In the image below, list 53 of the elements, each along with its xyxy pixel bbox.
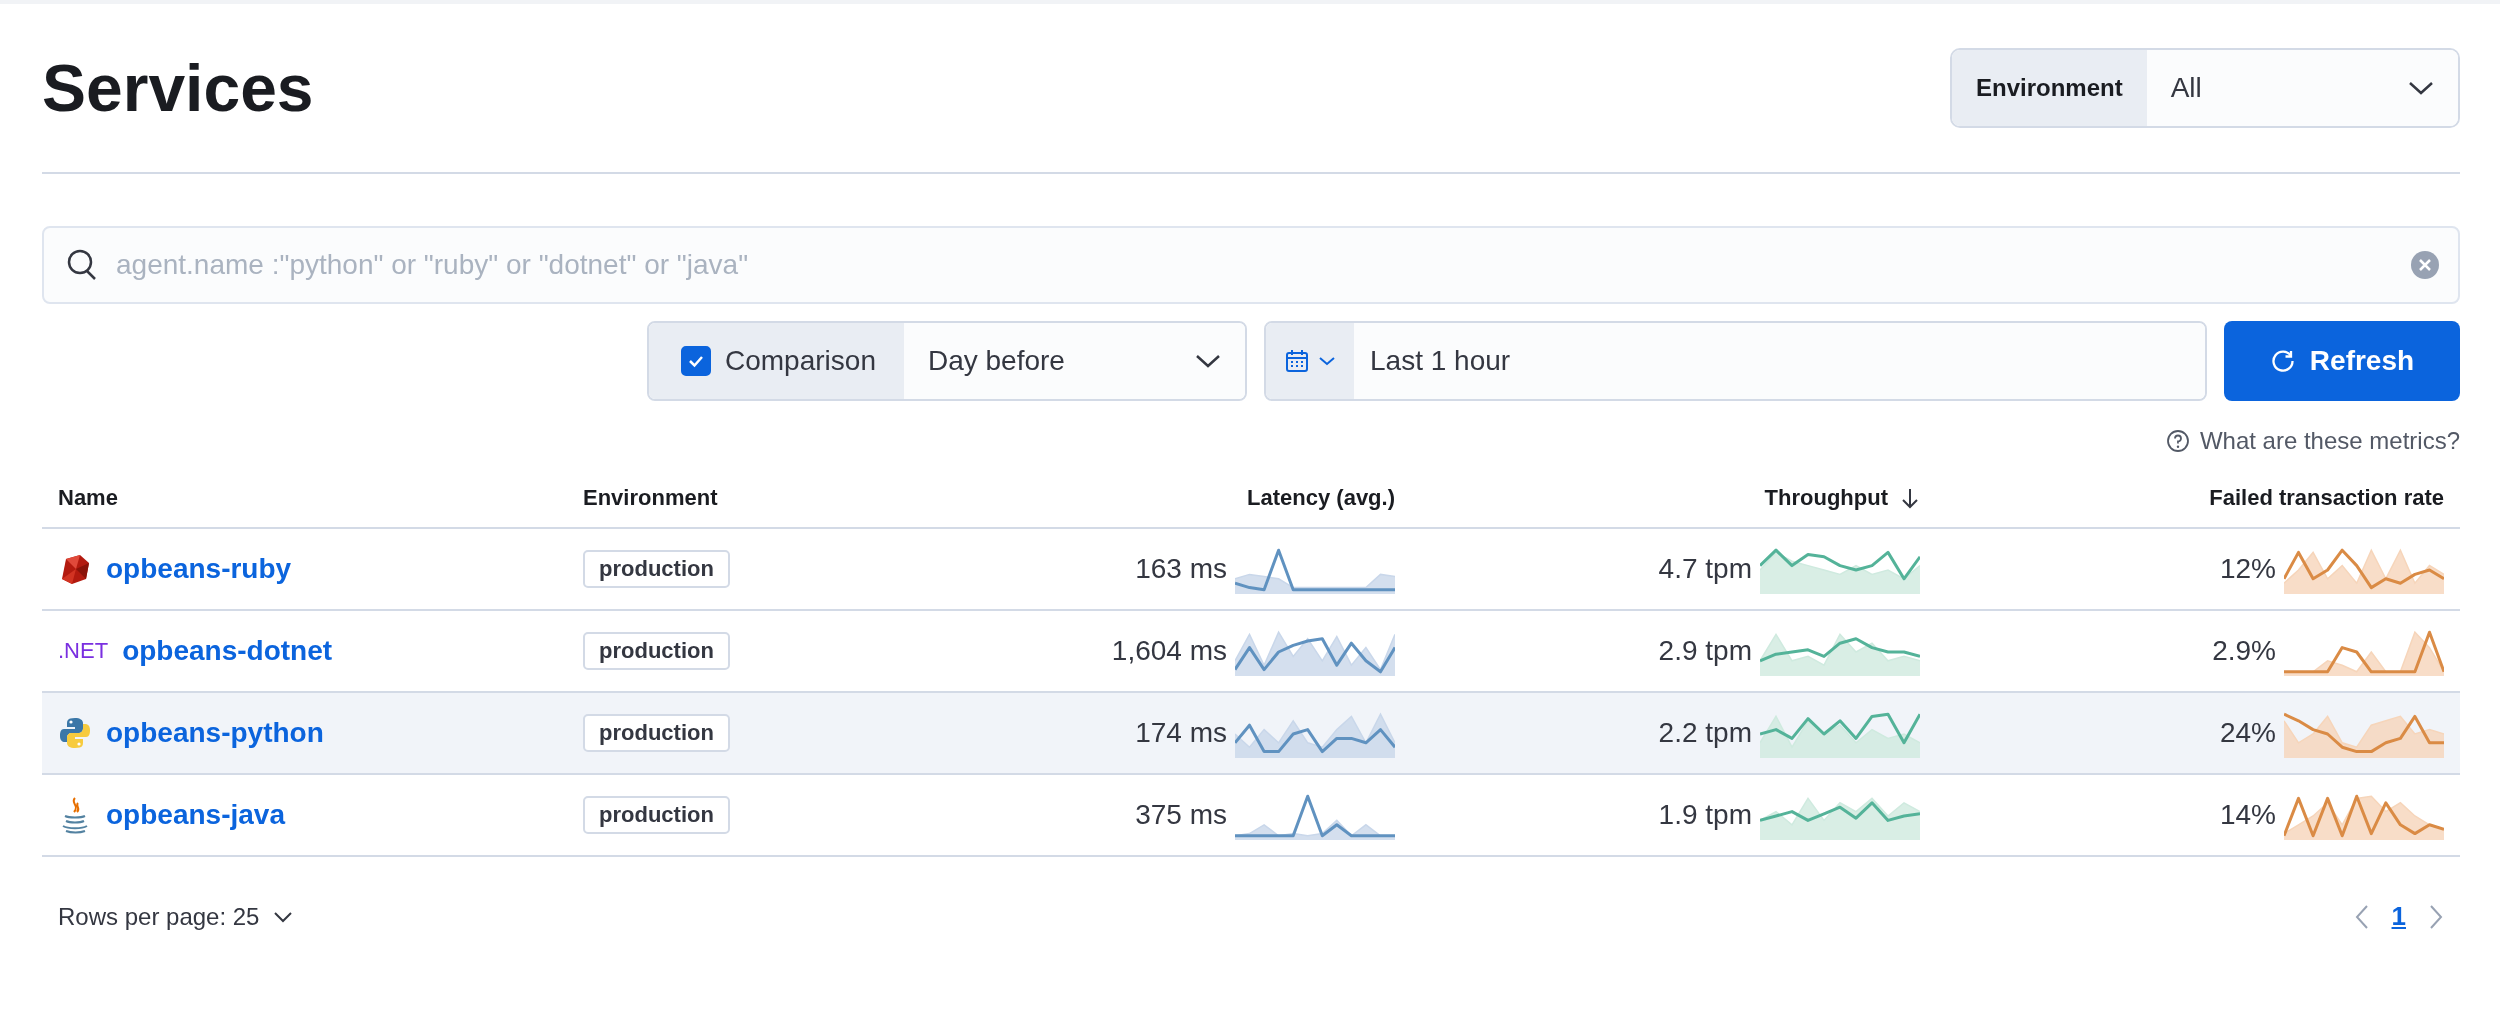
clear-icon[interactable] <box>2410 250 2440 280</box>
page-title: Services <box>42 50 314 126</box>
comparison-value: Day before <box>927 345 1065 377</box>
service-link[interactable]: opbeans-java <box>106 799 285 831</box>
metric-value: 2.9 tpm <box>1658 635 1752 667</box>
service-link[interactable]: opbeans-dotnet <box>122 635 333 667</box>
metric-value: 1.9 tpm <box>1658 799 1752 831</box>
metrics-help-link[interactable]: What are these metrics? <box>2199 427 2460 455</box>
metric-value: 1,604 ms <box>1111 635 1227 667</box>
column-header[interactable]: Latency (avg.) <box>1247 485 1395 511</box>
environment-badge: production <box>583 714 730 752</box>
column-header[interactable]: Failed transaction rate <box>2209 485 2444 511</box>
agent-label: .NET <box>58 638 109 664</box>
comparison-checkbox[interactable] <box>681 346 711 376</box>
comparison-label: Comparison <box>725 345 876 377</box>
search-field[interactable]: agent.name :"python" or "ruby" or "dotnet" or "java" <box>42 226 2460 304</box>
chevron-down-icon <box>1195 353 1221 369</box>
service-link[interactable]: opbeans-ruby <box>106 553 292 585</box>
refresh-icon <box>2269 348 2296 374</box>
environment-value: All <box>2170 72 2202 104</box>
metric-value: 375 ms <box>1135 799 1227 831</box>
environment-select[interactable]: Environment All <box>1950 48 2460 128</box>
python-logo-icon <box>58 716 92 750</box>
metric-value: 2.9% <box>2212 635 2276 667</box>
rows-per-page-button[interactable]: Rows per page: 25 <box>58 902 294 931</box>
chevron-down-icon <box>1318 355 1336 367</box>
environment-badge: production <box>583 796 730 834</box>
help-icon <box>2165 429 2190 453</box>
calendar-dropdown-button[interactable] <box>1266 323 1354 399</box>
metric-value: 4.7 tpm <box>1658 553 1752 585</box>
metric-value: 2.2 tpm <box>1658 717 1752 749</box>
table-row[interactable]: opbeans-ruby production 163 ms 4.7 tpm 12% <box>42 529 2460 611</box>
column-header[interactable]: Throughput <box>1764 485 1888 511</box>
page-link[interactable]: 1 <box>2391 901 2406 932</box>
comparison-control[interactable]: Comparison Day before <box>647 321 1247 401</box>
refresh-button[interactable]: Refresh <box>2224 321 2460 401</box>
table-row[interactable]: opbeans-python production 174 ms 2.2 tpm 24% <box>42 693 2460 775</box>
metric-value: 24% <box>2219 717 2276 749</box>
table-row[interactable]: opbeans-java production 375 ms 1.9 tpm 14% <box>42 775 2460 857</box>
calendar-icon <box>1284 348 1310 374</box>
metric-value: 14% <box>2219 799 2276 831</box>
search-icon <box>66 248 98 282</box>
metric-value: 174 ms <box>1135 717 1227 749</box>
metric-value: 12% <box>2219 553 2276 585</box>
service-link[interactable]: opbeans-python <box>106 717 324 749</box>
environment-label: Environment <box>1952 50 2147 126</box>
environment-badge: production <box>583 632 730 670</box>
chevron-down-icon <box>2408 80 2434 96</box>
column-header[interactable]: Environment <box>583 485 718 511</box>
metric-value: 163 ms <box>1135 553 1227 585</box>
chevron-down-icon <box>273 910 294 923</box>
column-header[interactable]: Name <box>58 485 118 511</box>
environment-badge: production <box>583 550 730 588</box>
